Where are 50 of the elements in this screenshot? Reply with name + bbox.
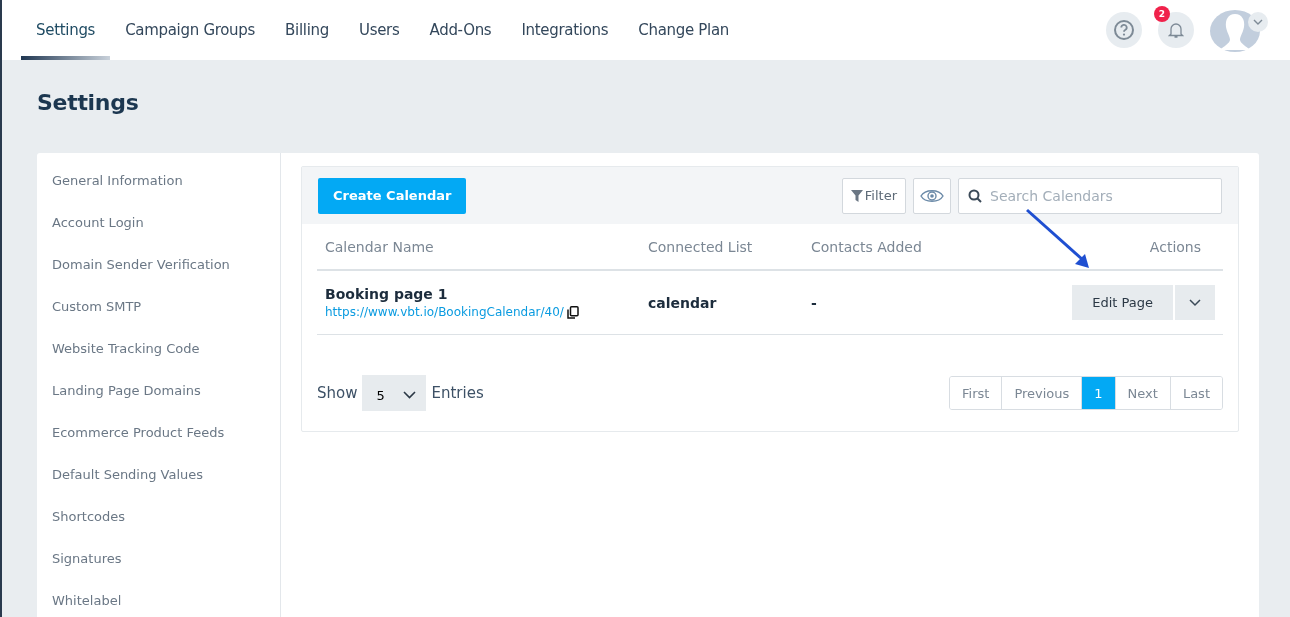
column-header: Connected List bbox=[648, 238, 754, 255]
filter-icon bbox=[850, 189, 863, 202]
edit-page-button[interactable]: Edit Page bbox=[1072, 285, 1173, 320]
sidebar-item[interactable]: Ecommerce Product Feeds bbox=[37, 425, 280, 467]
show-label: Show bbox=[317, 384, 358, 402]
sidebar-item[interactable]: Domain Sender Verification bbox=[37, 257, 280, 299]
sidebar-item[interactable]: Account Login bbox=[37, 215, 280, 257]
caret-icon bbox=[403, 391, 417, 399]
entries-label: Entries bbox=[431, 384, 484, 402]
nav-tab[interactable]: Change Plan bbox=[623, 0, 745, 60]
nav-tab[interactable]: Billing bbox=[270, 0, 344, 60]
notifications-button[interactable] bbox=[1158, 12, 1194, 48]
search-field[interactable]: Search Calendars bbox=[958, 177, 1222, 214]
pagination-button[interactable]: 1 bbox=[1082, 377, 1116, 409]
sidebar-item[interactable]: Signatures bbox=[37, 551, 280, 593]
dropdown-caret-icon[interactable] bbox=[1248, 12, 1268, 32]
sidebar-item[interactable]: Shortcodes bbox=[37, 509, 280, 551]
bell-icon bbox=[1168, 21, 1184, 39]
column-header: Contacts Added bbox=[811, 238, 923, 255]
notification-badge: 2 bbox=[1154, 6, 1170, 22]
nav-tab[interactable]: Integrations bbox=[506, 0, 624, 60]
help-button[interactable] bbox=[1106, 12, 1142, 48]
page-size-select[interactable]: 5 bbox=[362, 375, 427, 411]
column-header: Calendar Name bbox=[324, 238, 435, 255]
eye-icon bbox=[920, 187, 944, 204]
nav-tab[interactable]: Users bbox=[343, 0, 415, 60]
filter-button[interactable]: Filter bbox=[841, 177, 906, 214]
calendar-name: Booking page 1 bbox=[325, 286, 449, 302]
nav-tab[interactable]: Add-Ons bbox=[414, 0, 507, 60]
sidebar-item[interactable]: Website Tracking Code bbox=[37, 341, 280, 383]
pointer-arrow bbox=[1025, 208, 1091, 270]
column-header: Actions bbox=[1148, 238, 1202, 255]
page-title: Settings bbox=[37, 90, 140, 115]
nav-tab[interactable]: Campaign Groups bbox=[110, 0, 271, 60]
calendar-link[interactable]: https://www.vbt.io/BookingCalendar/40/ bbox=[325, 305, 564, 319]
sidebar-item[interactable]: Landing Page Domains bbox=[37, 383, 280, 425]
sidebar-item[interactable]: Whitelabel bbox=[37, 593, 280, 617]
pagination-button[interactable]: First bbox=[950, 377, 1003, 409]
search-icon bbox=[968, 188, 982, 203]
sidebar-item[interactable]: Default Sending Values bbox=[37, 467, 280, 509]
copy-icon[interactable] bbox=[566, 305, 579, 319]
nav-tab[interactable]: Settings bbox=[21, 0, 111, 60]
help-icon bbox=[1113, 19, 1135, 41]
create-calendar-button[interactable]: Create Calendar bbox=[318, 177, 467, 214]
caret-icon bbox=[1189, 298, 1201, 307]
sidebar-item[interactable]: Custom SMTP bbox=[37, 299, 280, 341]
visibility-button[interactable] bbox=[913, 177, 951, 214]
table-cell-text: calendar bbox=[648, 294, 718, 311]
table-cell-text: - bbox=[811, 294, 818, 311]
sidebar-item[interactable]: General Information bbox=[37, 173, 280, 215]
